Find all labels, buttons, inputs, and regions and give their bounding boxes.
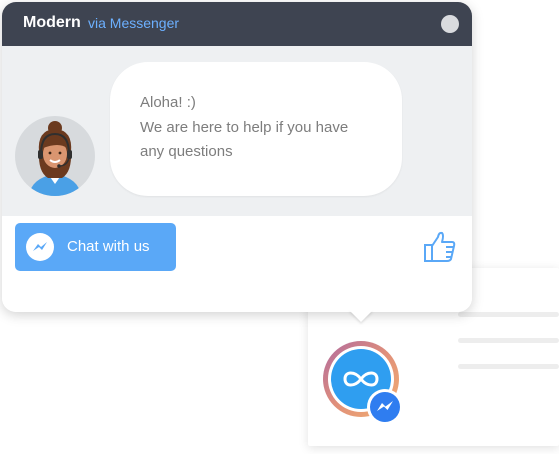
widget-pointer — [349, 310, 373, 322]
message-line: Aloha! :) — [140, 94, 196, 111]
messenger-badge-icon[interactable] — [367, 389, 403, 425]
placeholder-line — [458, 338, 559, 343]
infinity-icon — [343, 371, 379, 387]
placeholder-line — [458, 364, 559, 369]
widget-title: Modern — [23, 14, 81, 31]
message-line: any questions — [140, 143, 233, 160]
widget-subtitle: via Messenger — [88, 15, 180, 31]
close-dot-icon[interactable] — [441, 15, 459, 33]
chat-button-label: Chat with us — [67, 238, 150, 255]
messenger-icon — [26, 233, 54, 261]
agent-avatar — [15, 116, 95, 196]
chat-with-us-button[interactable]: Chat with us — [15, 223, 176, 271]
message-bubble: Aloha! :) We are here to help if you hav… — [110, 62, 402, 196]
message-line: We are here to help if you have — [140, 119, 349, 136]
placeholder-line — [458, 312, 559, 317]
widget-header: Modern via Messenger — [2, 2, 472, 46]
thumbs-up-icon[interactable] — [423, 229, 457, 265]
